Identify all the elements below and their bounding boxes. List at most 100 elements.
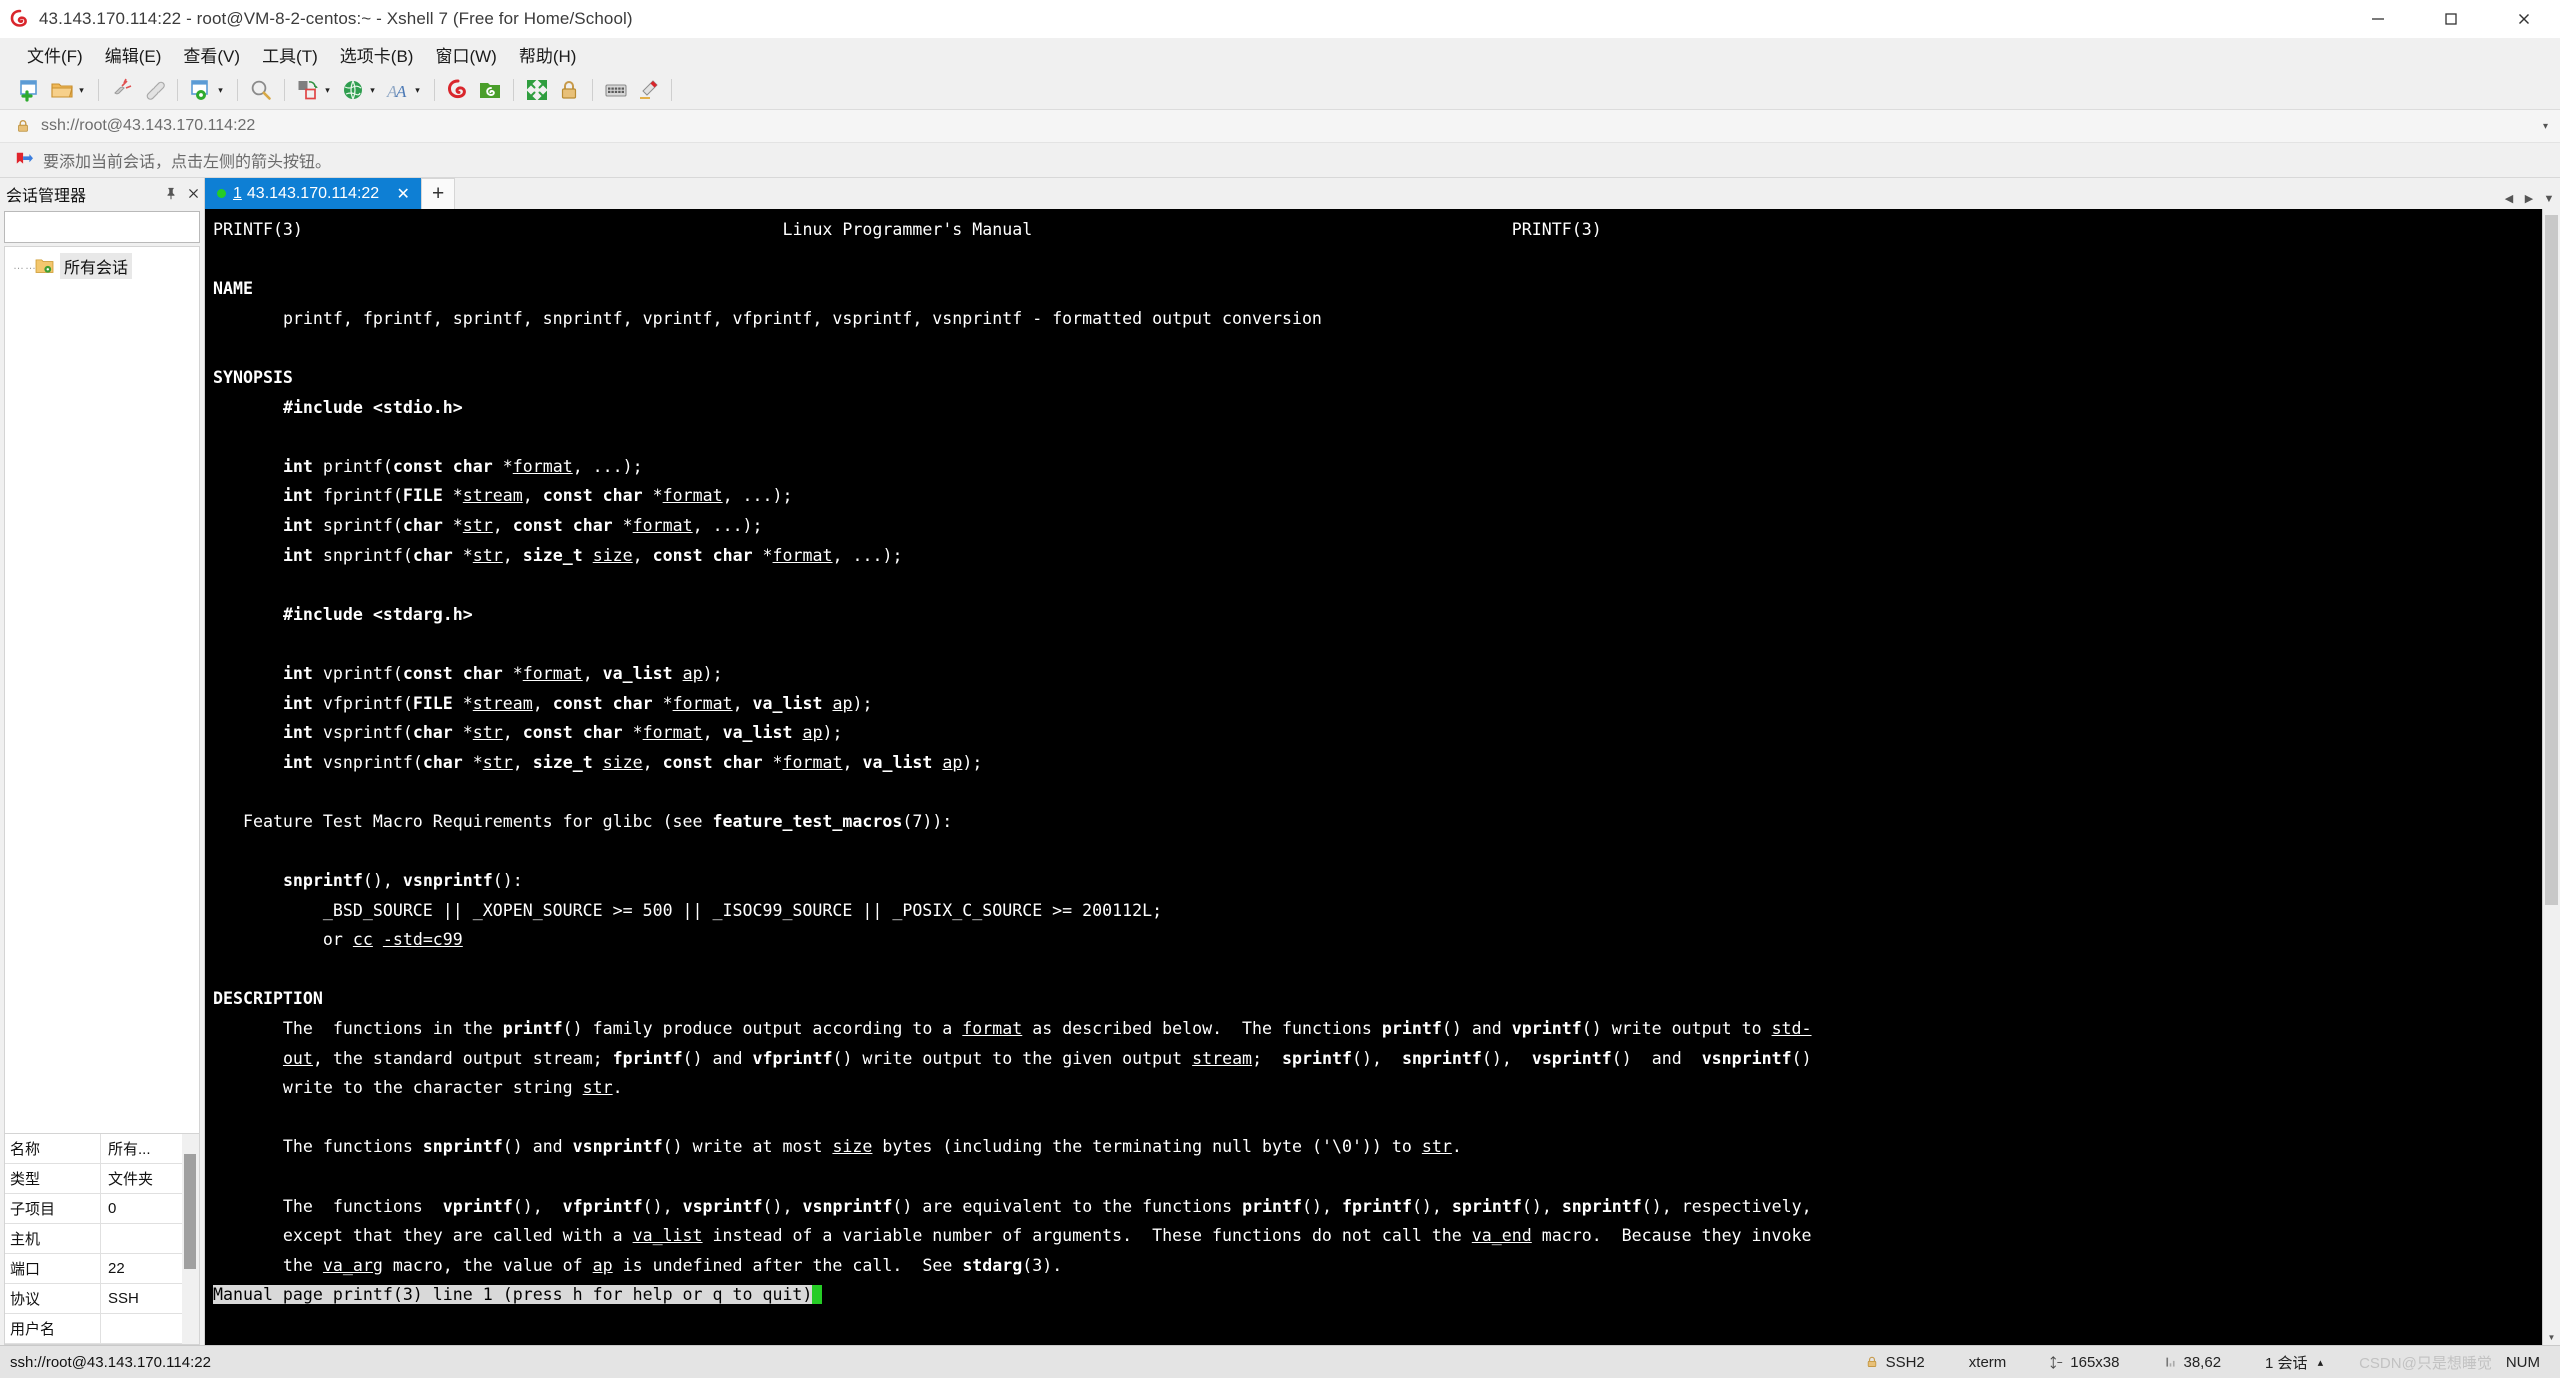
properties-scrollbar[interactable] bbox=[182, 1134, 199, 1344]
status-term-type: xterm bbox=[1947, 1354, 2029, 1371]
close-icon[interactable] bbox=[182, 183, 204, 205]
menu-bar: 文件(F) 编辑(E) 查看(V) 工具(T) 选项卡(B) 窗口(W) 帮助(… bbox=[0, 38, 2560, 71]
open-folder-icon bbox=[49, 77, 75, 103]
xshell-button[interactable] bbox=[442, 74, 474, 106]
scroll-tabs-left-icon[interactable]: ◀ bbox=[2502, 192, 2516, 205]
lock-button[interactable] bbox=[553, 74, 585, 106]
close-button[interactable] bbox=[2487, 0, 2560, 37]
session-search[interactable] bbox=[4, 211, 228, 243]
disconnect-button[interactable] bbox=[106, 74, 138, 106]
menu-edit[interactable]: 编辑(E) bbox=[94, 39, 173, 70]
property-row: 用户名 bbox=[5, 1314, 199, 1344]
toolbar-separator bbox=[671, 79, 672, 101]
menu-window[interactable]: 窗口(W) bbox=[424, 39, 507, 70]
new-tab-button[interactable]: + bbox=[421, 178, 456, 209]
find-button[interactable] bbox=[245, 74, 277, 106]
address-bar[interactable]: ssh://root@43.143.170.114:22 ▾ bbox=[0, 110, 2560, 143]
menu-view[interactable]: 查看(V) bbox=[172, 39, 251, 70]
chevron-down-icon[interactable]: ▾ bbox=[214, 85, 227, 96]
status-connection: ssh://root@43.143.170.114:22 bbox=[10, 1353, 211, 1371]
watermark-text: CSDN@只是想睡觉 bbox=[2359, 1354, 2492, 1372]
new-session-button[interactable] bbox=[14, 74, 46, 106]
reconnect-button[interactable] bbox=[138, 74, 170, 106]
menu-tabs[interactable]: 选项卡(B) bbox=[329, 39, 425, 70]
status-sessions[interactable]: 1 会话 ▴ bbox=[2243, 1352, 2345, 1373]
folder-settings-icon bbox=[33, 257, 55, 275]
toolbar-separator bbox=[237, 79, 238, 101]
menu-tools[interactable]: 工具(T) bbox=[251, 39, 329, 70]
terminal-output[interactable]: PRINTF(3) Linux Programmer's Manual PRIN… bbox=[205, 209, 2542, 1345]
address-url: ssh://root@43.143.170.114:22 bbox=[41, 117, 256, 134]
status-num-lock-label: NUM bbox=[2505, 1353, 2540, 1371]
maximize-button[interactable] bbox=[2414, 0, 2487, 37]
menu-help[interactable]: 帮助(H) bbox=[508, 39, 588, 70]
lock-icon bbox=[1865, 1355, 1879, 1369]
status-bar: ssh://root@43.143.170.114:22 SSH2 xterm … bbox=[0, 1345, 2560, 1378]
session-properties-button[interactable]: ▾ bbox=[185, 74, 230, 106]
chevron-down-icon[interactable]: ▾ bbox=[75, 85, 88, 96]
toolbar-separator bbox=[434, 79, 435, 101]
fullscreen-icon bbox=[524, 77, 550, 103]
tab-list-icon[interactable]: ▼ bbox=[2542, 193, 2556, 205]
status-size-label: 165x38 bbox=[2070, 1353, 2120, 1371]
terminal-side: 1 43.143.170.114:22 ✕ + ◀ ▶ ▼ PRINTF(3) … bbox=[205, 178, 2560, 1345]
globe-button[interactable]: ▾ bbox=[337, 74, 382, 106]
terminal-cursor bbox=[812, 1285, 823, 1305]
window-title: 43.143.170.114:22 - root@VM-8-2-centos:~… bbox=[39, 8, 633, 28]
property-key: 子项目 bbox=[5, 1194, 101, 1223]
open-session-button[interactable]: ▾ bbox=[46, 74, 91, 106]
chevron-down-icon[interactable]: ▾ bbox=[2543, 121, 2548, 132]
keyboard-icon bbox=[603, 77, 629, 103]
tab-number: 1 bbox=[233, 184, 242, 202]
session-manager-header: 会话管理器 bbox=[0, 178, 204, 209]
tab-strip-controls: ◀ ▶ ▼ bbox=[2502, 192, 2556, 206]
status-protocol-label: SSH2 bbox=[1885, 1353, 1925, 1371]
menu-file[interactable]: 文件(F) bbox=[16, 39, 94, 70]
close-icon[interactable]: ✕ bbox=[395, 184, 411, 204]
transfer-file-button[interactable]: ▾ bbox=[292, 74, 337, 106]
pin-icon[interactable] bbox=[160, 183, 182, 205]
include-stdio: #include <stdio.h> bbox=[282, 397, 463, 417]
connected-status-icon bbox=[217, 189, 226, 198]
status-protocol: SSH2 bbox=[1843, 1354, 1947, 1371]
bookmark-arrow-icon bbox=[14, 150, 34, 170]
property-key: 主机 bbox=[5, 1224, 101, 1253]
font-button[interactable]: A A ▾ bbox=[382, 74, 427, 106]
highlight-button[interactable] bbox=[632, 74, 664, 106]
fullscreen-button[interactable] bbox=[521, 74, 553, 106]
chevron-down-icon[interactable]: ▾ bbox=[411, 85, 424, 96]
tab-session-1[interactable]: 1 43.143.170.114:22 ✕ bbox=[205, 178, 422, 209]
xftp-button[interactable] bbox=[474, 74, 506, 106]
window-controls bbox=[2341, 0, 2560, 37]
tree-item-all-sessions[interactable]: …… 所有会话 bbox=[5, 253, 199, 279]
search-input[interactable] bbox=[5, 217, 212, 237]
keyboard-button[interactable] bbox=[600, 74, 632, 106]
properties-scrollbar-thumb[interactable] bbox=[184, 1154, 196, 1269]
minimize-button[interactable] bbox=[2341, 0, 2414, 37]
session-manager-panel: 会话管理器 …… 所有会话 名称 所有... 类型 文件夹 子项目 0 主机 端… bbox=[0, 178, 228, 1345]
property-key: 协议 bbox=[5, 1284, 101, 1313]
status-cursor: 38,62 bbox=[2142, 1354, 2244, 1371]
section-description-heading: DESCRIPTION bbox=[213, 989, 323, 1009]
terminal-scrollbar[interactable]: ▲ ▼ bbox=[2542, 209, 2560, 1345]
chevron-down-icon[interactable]: ▾ bbox=[366, 85, 379, 96]
globe-icon bbox=[340, 77, 366, 103]
terminal-scrollbar-thumb[interactable] bbox=[2545, 215, 2558, 905]
toolbar-separator bbox=[284, 79, 285, 101]
property-row: 类型 文件夹 bbox=[5, 1164, 199, 1194]
notice-text: 要添加当前会话，点击左侧的箭头按钮。 bbox=[43, 154, 332, 171]
scroll-down-icon[interactable]: ▼ bbox=[2543, 1329, 2560, 1345]
notice-bar: 要添加当前会话，点击左侧的箭头按钮。 bbox=[0, 143, 2560, 178]
xshell-icon bbox=[445, 77, 471, 103]
property-key: 用户名 bbox=[5, 1314, 101, 1343]
chevron-up-icon[interactable]: ▴ bbox=[2318, 1356, 2324, 1369]
scroll-tabs-right-icon[interactable]: ▶ bbox=[2522, 192, 2536, 205]
chevron-down-icon[interactable]: ▾ bbox=[321, 85, 334, 96]
status-cursor-label: 38,62 bbox=[2183, 1353, 2222, 1371]
title-bar: 43.143.170.114:22 - root@VM-8-2-centos:~… bbox=[0, 0, 2560, 38]
toolbar-separator bbox=[513, 79, 514, 101]
section-name-body: printf, fprintf, sprintf, snprintf, vpri… bbox=[282, 308, 1322, 328]
toolbar: ▾ ▾ ▾ ▾ A A ▾ bbox=[0, 71, 2560, 110]
resize-icon bbox=[2050, 1355, 2063, 1369]
highlight-icon bbox=[635, 77, 661, 103]
